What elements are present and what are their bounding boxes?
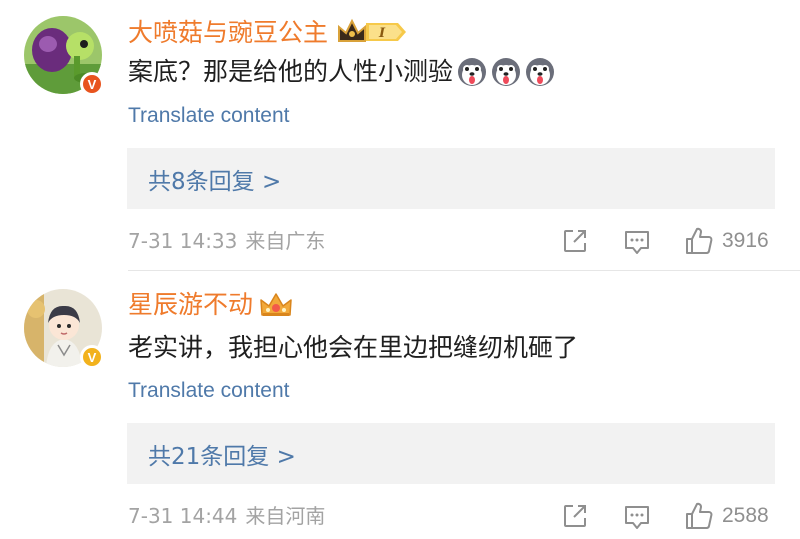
comment-icon bbox=[625, 506, 649, 529]
share-icon bbox=[564, 230, 586, 252]
like-button[interactable]: 3916 bbox=[684, 226, 769, 256]
comment-item: V 星辰游不动 老实讲，我担心他会在里边把缝纫机砸了 Translate con… bbox=[0, 272, 800, 539]
level-label: I bbox=[378, 26, 386, 41]
username[interactable]: 星辰游不动 bbox=[128, 290, 253, 320]
comment-meta: 7-31 14:44 来自河南 bbox=[128, 503, 325, 529]
comment-body: 案底？那是给他的人性小测验 bbox=[128, 57, 454, 86]
location: 来自广东 bbox=[245, 229, 326, 253]
timestamp: 7-31 14:44 bbox=[128, 504, 238, 528]
comment-icon bbox=[625, 231, 649, 254]
avatar[interactable]: V bbox=[24, 289, 104, 369]
replies-button[interactable]: 共8条回复 > bbox=[127, 148, 775, 209]
comment-text: 案底？那是给他的人性小测验 bbox=[128, 55, 555, 89]
timestamp: 7-31 14:33 bbox=[128, 229, 238, 253]
verified-badge-icon: V bbox=[80, 345, 104, 369]
comment-body: 老实讲，我担心他会在里边把缝纫机砸了 bbox=[128, 333, 579, 362]
share-button[interactable] bbox=[562, 228, 588, 254]
verified-badge-icon: V bbox=[80, 72, 104, 96]
like-icon bbox=[686, 227, 713, 254]
like-button[interactable]: 2588 bbox=[684, 501, 769, 531]
avatar[interactable]: V bbox=[24, 16, 104, 96]
comment-text: 老实讲，我担心他会在里边把缝纫机砸了 bbox=[128, 331, 578, 365]
location: 来自河南 bbox=[245, 504, 326, 528]
comment-button[interactable] bbox=[623, 503, 651, 531]
dog-tongue-emoji-icon bbox=[526, 58, 555, 86]
dog-tongue-emoji-icon bbox=[458, 58, 487, 86]
translate-link[interactable]: Translate content bbox=[128, 378, 289, 404]
comment-item: V 大喷菇与豌豆公主 I 案底？那是给他的人性小测验 Translate con… bbox=[0, 0, 800, 270]
username[interactable]: 大喷菇与豌豆公主 bbox=[128, 18, 328, 48]
comment-divider bbox=[128, 270, 800, 271]
crown-level-icon: I bbox=[338, 18, 406, 42]
share-icon bbox=[564, 505, 586, 527]
like-count: 2588 bbox=[722, 504, 769, 527]
comment-meta: 7-31 14:33 来自广东 bbox=[128, 228, 325, 254]
like-icon bbox=[686, 502, 713, 529]
crown-icon bbox=[260, 293, 292, 316]
translate-link[interactable]: Translate content bbox=[128, 103, 289, 129]
dog-tongue-emoji-icon bbox=[492, 58, 521, 86]
replies-button[interactable]: 共21条回复 > bbox=[127, 423, 775, 484]
comment-button[interactable] bbox=[623, 228, 651, 256]
share-button[interactable] bbox=[562, 503, 588, 529]
like-count: 3916 bbox=[722, 229, 769, 252]
